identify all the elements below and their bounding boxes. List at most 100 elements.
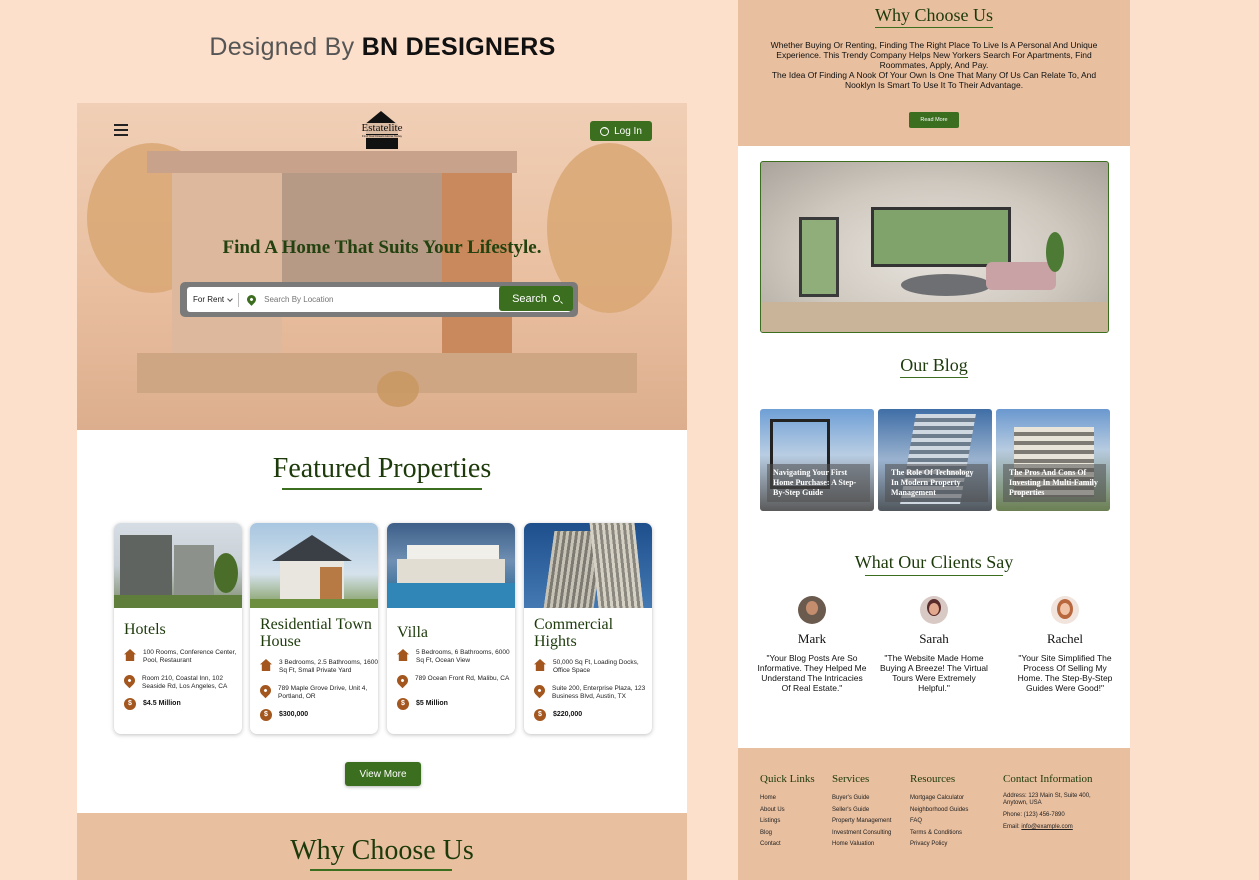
designer-credit: Designed By BN DESIGNERS bbox=[0, 33, 765, 62]
footer-link-investment-consulting[interactable]: Investment Consulting bbox=[832, 828, 891, 840]
footer-address: Address: 123 Main St, Suite 400, Anytown… bbox=[1003, 793, 1091, 806]
villa-pool bbox=[387, 583, 515, 608]
property-features: 3 Bedrooms, 2.5 Bathrooms, 1600 Sq Ft, S… bbox=[260, 659, 378, 674]
why-choose-us-text: Whether Buying Or Renting, Finding The R… bbox=[758, 40, 1110, 90]
property-title: Commercial Hights bbox=[534, 616, 614, 650]
property-address: 789 Ocean Front Rd, Malibu, CA bbox=[394, 672, 510, 689]
location-pin-icon bbox=[394, 672, 411, 689]
footer-link-buyers-guide[interactable]: Buyer's Guide bbox=[832, 793, 891, 805]
home-icon bbox=[534, 659, 546, 671]
property-image-hotels bbox=[114, 523, 242, 608]
client-quote: "The Website Made Home Buying A Breeze! … bbox=[880, 653, 988, 693]
search-icon bbox=[552, 295, 560, 302]
client-name: Rachel bbox=[1046, 631, 1084, 646]
hero-title: Find A Home That Suits Your Lifestyle. bbox=[222, 237, 542, 258]
hero-house-window bbox=[282, 173, 442, 293]
footer-link-listings[interactable]: Listings bbox=[760, 816, 815, 828]
login-icon bbox=[600, 125, 610, 136]
footer-resources: Resources Mortgage Calculator Neighborho… bbox=[910, 773, 968, 851]
address-text: 789 Maple Grove Drive, Unit 4, Portland,… bbox=[278, 685, 368, 700]
footer-link-home[interactable]: Home bbox=[760, 793, 815, 805]
virtual-tour-panorama[interactable] bbox=[760, 161, 1109, 333]
price-text: $5 Million bbox=[416, 700, 448, 707]
search-inner: For Rent Search bbox=[187, 286, 573, 312]
why-choose-us-panel: Why Choose Us Whether Buying Or Renting,… bbox=[738, 0, 1130, 146]
why-choose-us-heading: Why Choose Us bbox=[875, 5, 993, 25]
property-price: $ $300,000 bbox=[260, 709, 308, 721]
property-image-commercial bbox=[524, 523, 652, 608]
footer-heading: Contact Information bbox=[1003, 773, 1093, 785]
property-card-town-house[interactable]: Residential Town House 3 Bedrooms, 2.5 B… bbox=[250, 523, 378, 734]
property-card-commercial[interactable]: Commercial Hights 50,000 Sq Ft, Loading … bbox=[524, 523, 652, 734]
search-button[interactable]: Search bbox=[499, 286, 573, 311]
townhouse-lawn bbox=[250, 599, 378, 608]
footer-link-privacy[interactable]: Privacy Policy bbox=[910, 839, 968, 851]
site-logo[interactable]: Estatelite Find Your Dream Home Today bbox=[357, 111, 407, 151]
footer-link-neighborhood-guides[interactable]: Neighborhood Guides bbox=[910, 805, 968, 817]
property-address: Suite 200, Enterprise Plaza, 123 Busines… bbox=[531, 682, 652, 700]
blog-card-2[interactable]: The Role Of Technology In Modern Propert… bbox=[878, 409, 992, 511]
pano-center-window bbox=[871, 207, 1011, 267]
search-button-label: Search bbox=[512, 292, 547, 305]
blog-post-title: Navigating Your First Home Purchase: A S… bbox=[767, 464, 870, 502]
address-text: 789 Ocean Front Rd, Malibu, CA bbox=[415, 675, 510, 682]
features-text: 50,000 Sq Ft, Loading Docks, Office Spac… bbox=[553, 659, 639, 674]
footer-heading: Services bbox=[832, 773, 870, 785]
blog-post-title: The Role Of Technology In Modern Propert… bbox=[885, 464, 988, 502]
property-image-villa bbox=[387, 523, 515, 608]
property-features: 5 Bedrooms, 6 Bathrooms, 6000 Sq Ft, Oce… bbox=[397, 649, 515, 664]
footer-link-property-management[interactable]: Property Management bbox=[832, 816, 891, 828]
home-icon bbox=[260, 659, 272, 671]
avatar bbox=[1051, 596, 1079, 624]
view-more-button[interactable]: View More bbox=[345, 762, 421, 786]
features-text: 100 Rooms, Conference Center, Pool, Rest… bbox=[143, 649, 237, 664]
why-choose-us-section: Why Choose Us bbox=[77, 813, 687, 880]
villa-lower-floor bbox=[397, 559, 505, 583]
townhouse-wood bbox=[320, 567, 342, 599]
client-name: Mark bbox=[797, 631, 827, 646]
rent-mode-select[interactable]: For Rent bbox=[187, 292, 240, 307]
dollar-icon: $ bbox=[260, 709, 272, 721]
footer-contact: Contact Information Address: 123 Main St… bbox=[1003, 773, 1113, 836]
pano-sofa bbox=[986, 262, 1056, 290]
why-heading-underline bbox=[875, 27, 993, 28]
footer-link-sellers-guide[interactable]: Seller's Guide bbox=[832, 805, 891, 817]
property-card-hotels[interactable]: Hotels 100 Rooms, Conference Center, Poo… bbox=[114, 523, 242, 734]
footer-heading: Quick Links bbox=[760, 773, 815, 785]
footer-link-home-valuation[interactable]: Home Valuation bbox=[832, 839, 891, 851]
property-features: 100 Rooms, Conference Center, Pool, Rest… bbox=[124, 649, 242, 664]
footer-link-blog[interactable]: Blog bbox=[760, 828, 815, 840]
hotel-building-mid bbox=[174, 545, 214, 595]
login-button[interactable]: Log In bbox=[590, 121, 652, 141]
footer-email-link[interactable]: info@example.com bbox=[1021, 824, 1072, 830]
footer-link-contact[interactable]: Contact bbox=[760, 839, 815, 851]
features-text: 3 Bedrooms, 2.5 Bathrooms, 1600 Sq Ft, S… bbox=[279, 659, 378, 674]
read-more-button[interactable]: Read More bbox=[909, 112, 959, 128]
property-features: 50,000 Sq Ft, Loading Docks, Office Spac… bbox=[534, 659, 652, 674]
blog-post-title: The Pros And Cons Of Investing In Multi-… bbox=[1003, 464, 1106, 502]
property-price: $ $5 Million bbox=[397, 698, 448, 710]
clients-heading-underline bbox=[865, 575, 1003, 576]
hero-section: Estatelite Find Your Dream Home Today Lo… bbox=[77, 103, 687, 430]
hamburger-menu-icon[interactable] bbox=[114, 124, 128, 136]
price-text: $300,000 bbox=[279, 711, 309, 718]
property-address: Room 210, Coastal Inn, 102 Seaside Rd, L… bbox=[121, 672, 242, 690]
blog-card-1[interactable]: Navigating Your First Home Purchase: A S… bbox=[760, 409, 874, 511]
footer-email-label: Email: bbox=[1003, 824, 1022, 830]
featured-title-underline bbox=[282, 488, 482, 490]
footer-link-faq[interactable]: FAQ bbox=[910, 816, 968, 828]
chevron-down-icon bbox=[227, 295, 233, 302]
villa-upper-floor bbox=[407, 545, 499, 559]
property-card-villa[interactable]: Villa 5 Bedrooms, 6 Bathrooms, 6000 Sq F… bbox=[387, 523, 515, 734]
footer-link-mortgage-calculator[interactable]: Mortgage Calculator bbox=[910, 793, 968, 805]
hero-house-roof bbox=[147, 151, 517, 173]
footer-link-terms[interactable]: Terms & Conditions bbox=[910, 828, 968, 840]
rent-mode-value: For Rent bbox=[193, 295, 225, 304]
home-icon bbox=[124, 649, 136, 661]
blog-card-3[interactable]: The Pros And Cons Of Investing In Multi-… bbox=[996, 409, 1110, 511]
client-name: Sarah bbox=[919, 631, 949, 646]
property-image-town-house bbox=[250, 523, 378, 608]
footer-link-about[interactable]: About Us bbox=[760, 805, 815, 817]
pano-left-window bbox=[799, 217, 839, 297]
location-search-input[interactable] bbox=[264, 295, 485, 304]
